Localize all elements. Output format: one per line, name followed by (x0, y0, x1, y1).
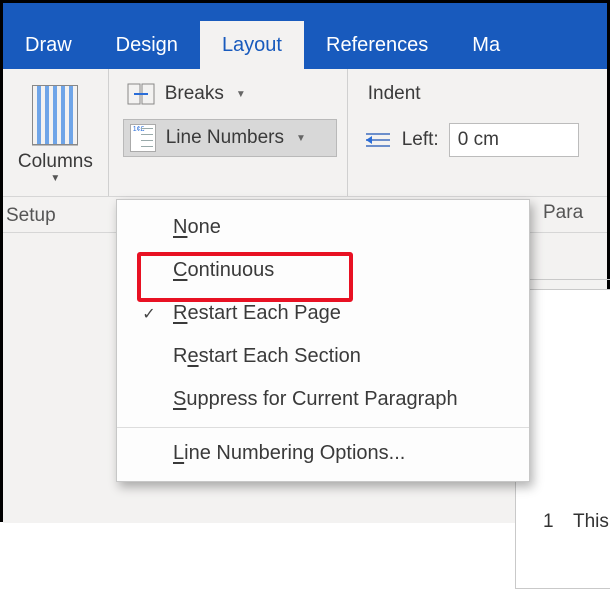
menu-item-label: Continuous (173, 259, 274, 282)
columns-group: Columns ▼ (3, 69, 109, 196)
line-numbers-button[interactable]: Line Numbers ▼ (123, 119, 337, 157)
chevron-down-icon: ▼ (236, 89, 246, 100)
menu-item-label: Suppress for Current Paragraph (173, 388, 458, 411)
menu-item-restart-each-page[interactable]: ✓ Restart Each Page (117, 292, 529, 335)
menu-item-label: None (173, 216, 221, 239)
line-numbers-dropdown: None Continuous ✓ Restart Each Page Rest… (116, 199, 530, 482)
menu-item-none[interactable]: None (117, 206, 529, 249)
columns-label-text: Columns (18, 151, 93, 172)
breaks-button[interactable]: Breaks ▼ (127, 83, 337, 105)
line-numbers-icon (130, 124, 156, 152)
breaks-label: Breaks (165, 83, 224, 105)
menu-item-label: Restart Each Page (173, 302, 341, 325)
menu-item-line-numbering-options[interactable]: Line Numbering Options... (117, 432, 529, 475)
tab-references[interactable]: References (304, 21, 450, 69)
indent-group: Indent Left: 0 cm (348, 69, 607, 196)
indent-left-field[interactable]: 0 cm (449, 123, 579, 157)
line-numbers-label: Line Numbers (166, 127, 284, 149)
indent-title: Indent (368, 83, 597, 105)
indent-left-label: Left: (402, 129, 439, 151)
menu-item-label: Line Numbering Options... (173, 442, 405, 465)
tab-layout[interactable]: Layout (200, 21, 304, 69)
group-label-setup: Setup (6, 205, 56, 227)
menu-item-continuous[interactable]: Continuous (117, 249, 529, 292)
document-text: This (573, 511, 609, 533)
group-label-paragraph: Para (533, 197, 607, 232)
line-number-gutter: 1 (543, 511, 554, 533)
columns-icon[interactable] (32, 85, 78, 145)
tab-design[interactable]: Design (94, 21, 200, 69)
columns-button[interactable]: Columns ▼ (13, 151, 98, 184)
chevron-down-icon: ▼ (296, 133, 306, 144)
breaks-icon (127, 83, 155, 105)
menu-item-restart-each-section[interactable]: Restart Each Section (117, 335, 529, 378)
ribbon-tabs: Draw Design Layout References Ma (3, 3, 607, 69)
tab-draw[interactable]: Draw (3, 21, 94, 69)
menu-item-label: Restart Each Section (173, 345, 361, 368)
menu-item-suppress-paragraph[interactable]: Suppress for Current Paragraph (117, 378, 529, 421)
ribbon-body: Columns ▼ Breaks ▼ Line Numbers ▼ Indent… (3, 69, 607, 197)
page-setup-group: Breaks ▼ Line Numbers ▼ (109, 69, 348, 196)
chevron-down-icon: ▼ (13, 173, 98, 184)
tab-mailings[interactable]: Ma (450, 21, 522, 69)
indent-left-icon (364, 131, 392, 149)
menu-separator (117, 427, 529, 428)
checkmark-icon: ✓ (139, 304, 159, 324)
